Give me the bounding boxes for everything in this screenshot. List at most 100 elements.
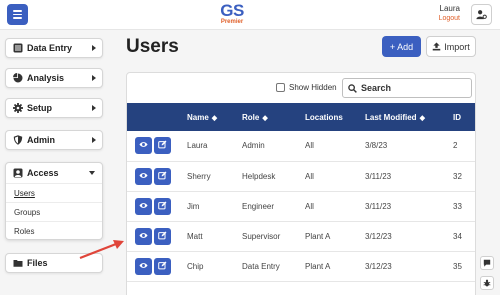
column-header-role[interactable]: Role ◆ (242, 103, 305, 131)
show-hidden-toggle: Show Hidden (276, 83, 337, 92)
show-hidden-checkbox[interactable] (276, 83, 285, 92)
cell-name: Sherry (187, 171, 211, 181)
user-gear-icon (476, 10, 487, 20)
cell-last-modified: 3/11/23 (365, 171, 392, 181)
hamburger-menu-button[interactable] (7, 4, 28, 25)
import-button-label: Import (444, 41, 470, 52)
cell-name: Laura (187, 141, 208, 151)
chevron-right-icon (92, 75, 96, 81)
row-actions (127, 191, 187, 221)
sidebar-item-label: Setup (27, 103, 53, 113)
eye-icon (139, 201, 148, 212)
sidebar-item-access[interactable]: Access (6, 163, 102, 183)
user-info: Laura Logout (439, 4, 460, 24)
edit-button[interactable] (154, 197, 171, 215)
table-row: Sherry Helpdesk All 3/11/23 32 (127, 161, 475, 191)
annotation-arrow (79, 240, 124, 260)
add-user-button[interactable]: + Add (382, 36, 421, 57)
sort-icon: ◆ (262, 114, 268, 122)
cell-locations: Plant A (305, 231, 331, 241)
edit-icon (158, 201, 167, 212)
cell-id: 2 (453, 141, 458, 151)
chevron-right-icon (92, 137, 96, 143)
sidebar-item-analysis[interactable]: Analysis (5, 68, 103, 88)
cell-locations: All (305, 171, 314, 181)
cell-role: Admin (242, 141, 265, 151)
sidebar-item-admin[interactable]: Admin (5, 130, 103, 150)
eye-icon (139, 140, 148, 151)
actions-column-header (127, 103, 187, 131)
cell-role: Data Entry (242, 261, 280, 271)
eye-icon (139, 171, 148, 182)
cell-locations: All (305, 141, 314, 151)
cell-last-modified: 3/8/23 (365, 141, 388, 151)
row-actions (127, 251, 187, 281)
edit-icon (158, 231, 167, 242)
cell-locations: Plant A (305, 261, 331, 271)
sidebar-item-label: Files (27, 258, 48, 268)
row-actions (127, 131, 187, 161)
search-box (342, 78, 472, 98)
chevron-right-icon (92, 105, 96, 111)
edit-button[interactable] (154, 137, 171, 155)
bug-icon (483, 279, 491, 287)
view-button[interactable] (135, 197, 152, 215)
row-actions (127, 221, 187, 251)
user-name: Laura (439, 4, 460, 13)
view-button[interactable] (135, 137, 152, 155)
search-input[interactable] (361, 83, 471, 93)
view-button[interactable] (135, 227, 152, 245)
sidebar-item-label: Data Entry (27, 43, 73, 53)
cell-role: Engineer (242, 201, 275, 211)
import-button[interactable]: Import (426, 36, 476, 57)
edit-button[interactable] (154, 257, 171, 275)
logo-main-text: GS (220, 1, 244, 20)
cell-last-modified: 3/12/23 (365, 261, 392, 271)
edit-icon (158, 261, 167, 272)
column-header-last-modified[interactable]: Last Modified ◆ (365, 103, 453, 131)
app-logo[interactable]: GS Premier (210, 2, 254, 26)
sidebar-subitem-groups[interactable]: Groups (6, 202, 102, 221)
sidebar-item-label: Access (27, 168, 59, 178)
chat-button[interactable] (480, 256, 494, 270)
sidebar-subitem-users[interactable]: Users (6, 183, 102, 202)
view-button[interactable] (135, 167, 152, 185)
gear-icon (13, 103, 23, 113)
folder-icon (13, 258, 23, 268)
cell-role: Supervisor (242, 231, 281, 241)
eye-icon (139, 261, 148, 272)
sidebar-item-data-entry[interactable]: Data Entry (5, 38, 103, 58)
cell-name: Chip (187, 261, 204, 271)
view-button[interactable] (135, 257, 152, 275)
users-panel: Show Hidden Name◆ Role◆ Locations Last M… (126, 72, 476, 295)
user-settings-button[interactable] (471, 4, 492, 25)
sort-icon: ◆ (419, 114, 425, 122)
eye-icon (139, 231, 148, 242)
table-row: Laura Admin All 3/8/23 2 (127, 131, 475, 161)
show-hidden-label: Show Hidden (289, 83, 337, 92)
sidebar-item-setup[interactable]: Setup (5, 98, 103, 118)
logout-link[interactable]: Logout (439, 14, 460, 24)
user-icon (13, 168, 23, 178)
cell-id: 34 (453, 231, 462, 241)
cell-locations: All (305, 201, 314, 211)
sidebar-access-group: Access Users Groups Roles (5, 162, 103, 240)
column-header-id[interactable]: ID (453, 103, 475, 131)
cell-name: Matt (187, 231, 203, 241)
column-header-name[interactable]: Name ◆ (187, 103, 242, 131)
column-header-locations[interactable]: Locations (305, 103, 365, 131)
cell-id: 32 (453, 171, 462, 181)
upload-icon (432, 42, 441, 51)
edit-button[interactable] (154, 227, 171, 245)
edit-button[interactable] (154, 167, 171, 185)
edit-icon (158, 171, 167, 182)
sort-icon: ◆ (211, 114, 218, 122)
edit-icon (158, 140, 167, 151)
cell-role: Helpdesk (242, 171, 276, 181)
bug-report-button[interactable] (480, 276, 494, 290)
sidebar-item-label: Admin (27, 135, 55, 145)
row-actions (127, 161, 187, 191)
pie-chart-icon (13, 73, 23, 83)
cell-last-modified: 3/11/23 (365, 201, 392, 211)
cell-name: Jim (187, 201, 200, 211)
